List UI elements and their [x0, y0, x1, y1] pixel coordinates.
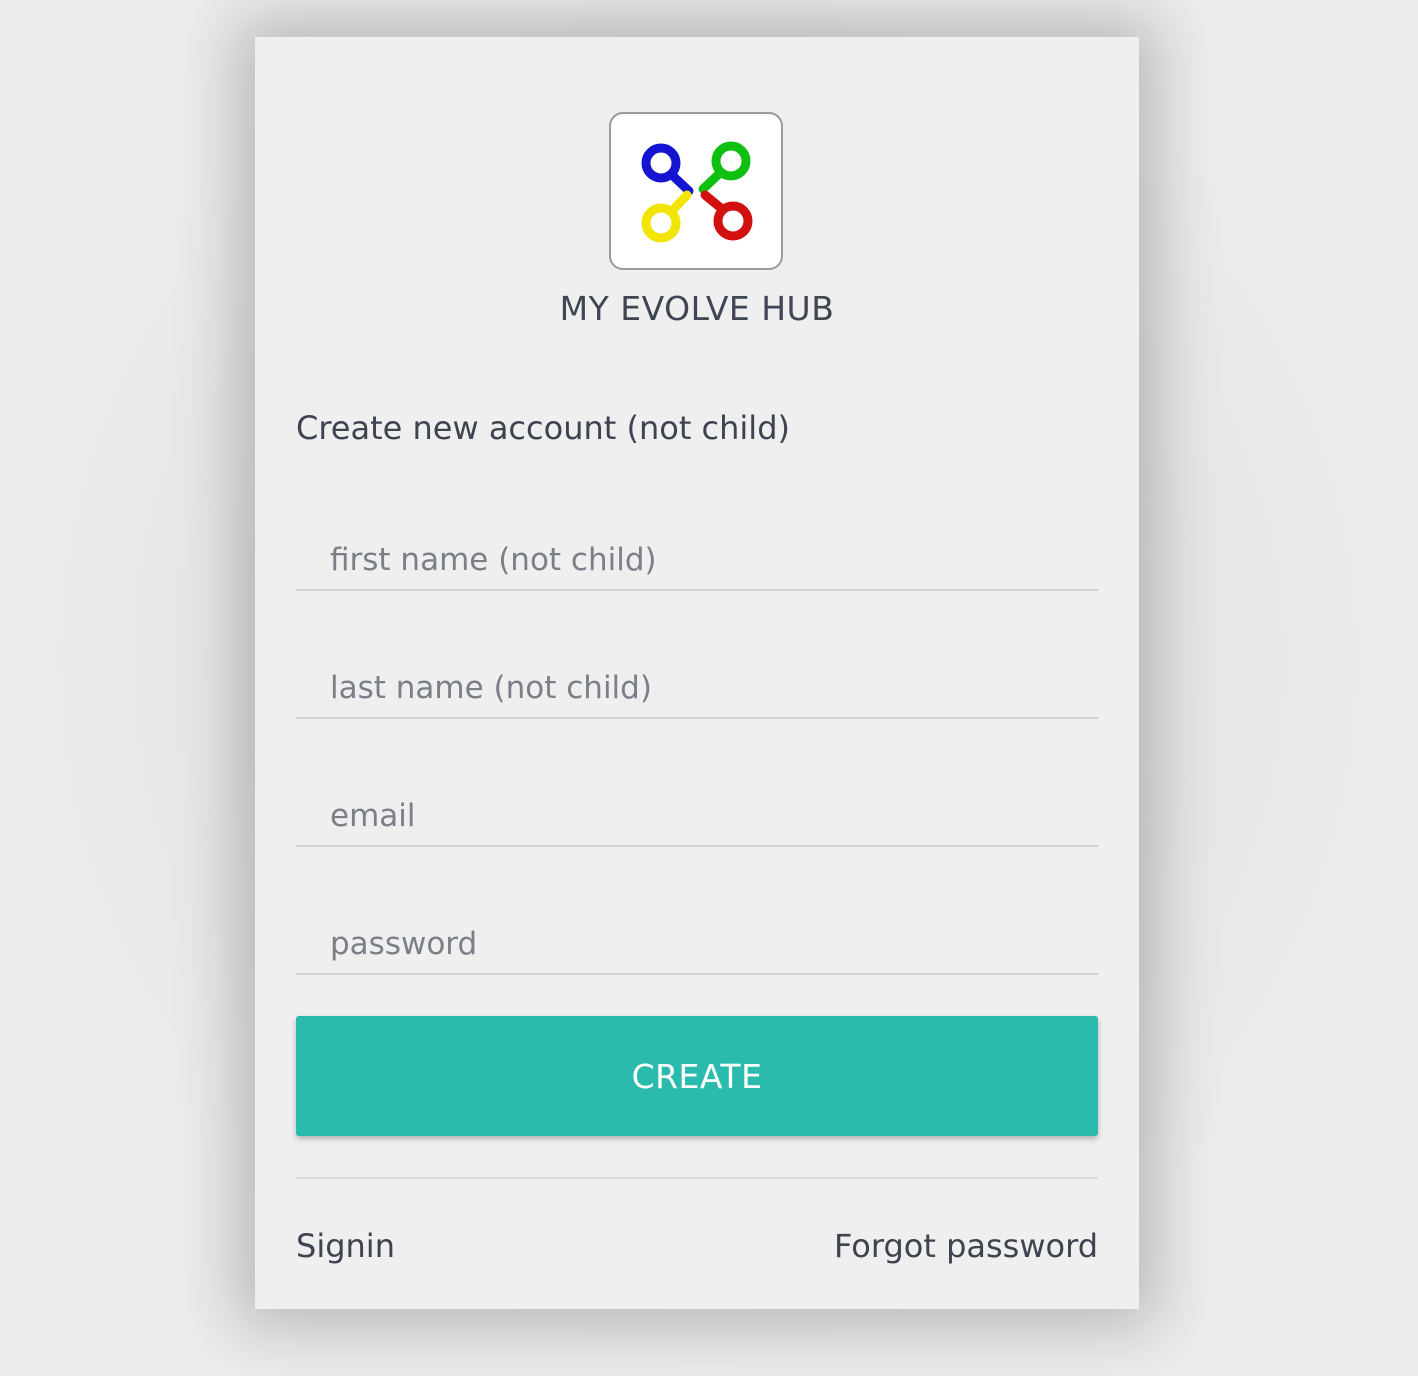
password-field-wrapper [296, 905, 1098, 975]
logo-graphic [641, 141, 753, 243]
evolve-hub-logo-icon [609, 112, 783, 270]
last-name-field-wrapper [296, 649, 1098, 719]
divider [296, 1177, 1098, 1179]
signin-link[interactable]: Signin [296, 1227, 395, 1265]
email-field-wrapper [296, 777, 1098, 847]
email-input[interactable] [296, 777, 1098, 845]
create-button[interactable]: CREATE [296, 1016, 1098, 1136]
form-heading: Create new account (not child) [296, 409, 790, 447]
password-input[interactable] [296, 905, 1098, 973]
first-name-field-wrapper [296, 521, 1098, 591]
brand-name: MY EVOLVE HUB [559, 289, 835, 328]
signup-card: MY EVOLVE HUB Create new account (not ch… [255, 37, 1139, 1309]
last-name-input[interactable] [296, 649, 1098, 717]
forgot-password-link[interactable]: Forgot password [834, 1227, 1098, 1265]
first-name-input[interactable] [296, 521, 1098, 589]
